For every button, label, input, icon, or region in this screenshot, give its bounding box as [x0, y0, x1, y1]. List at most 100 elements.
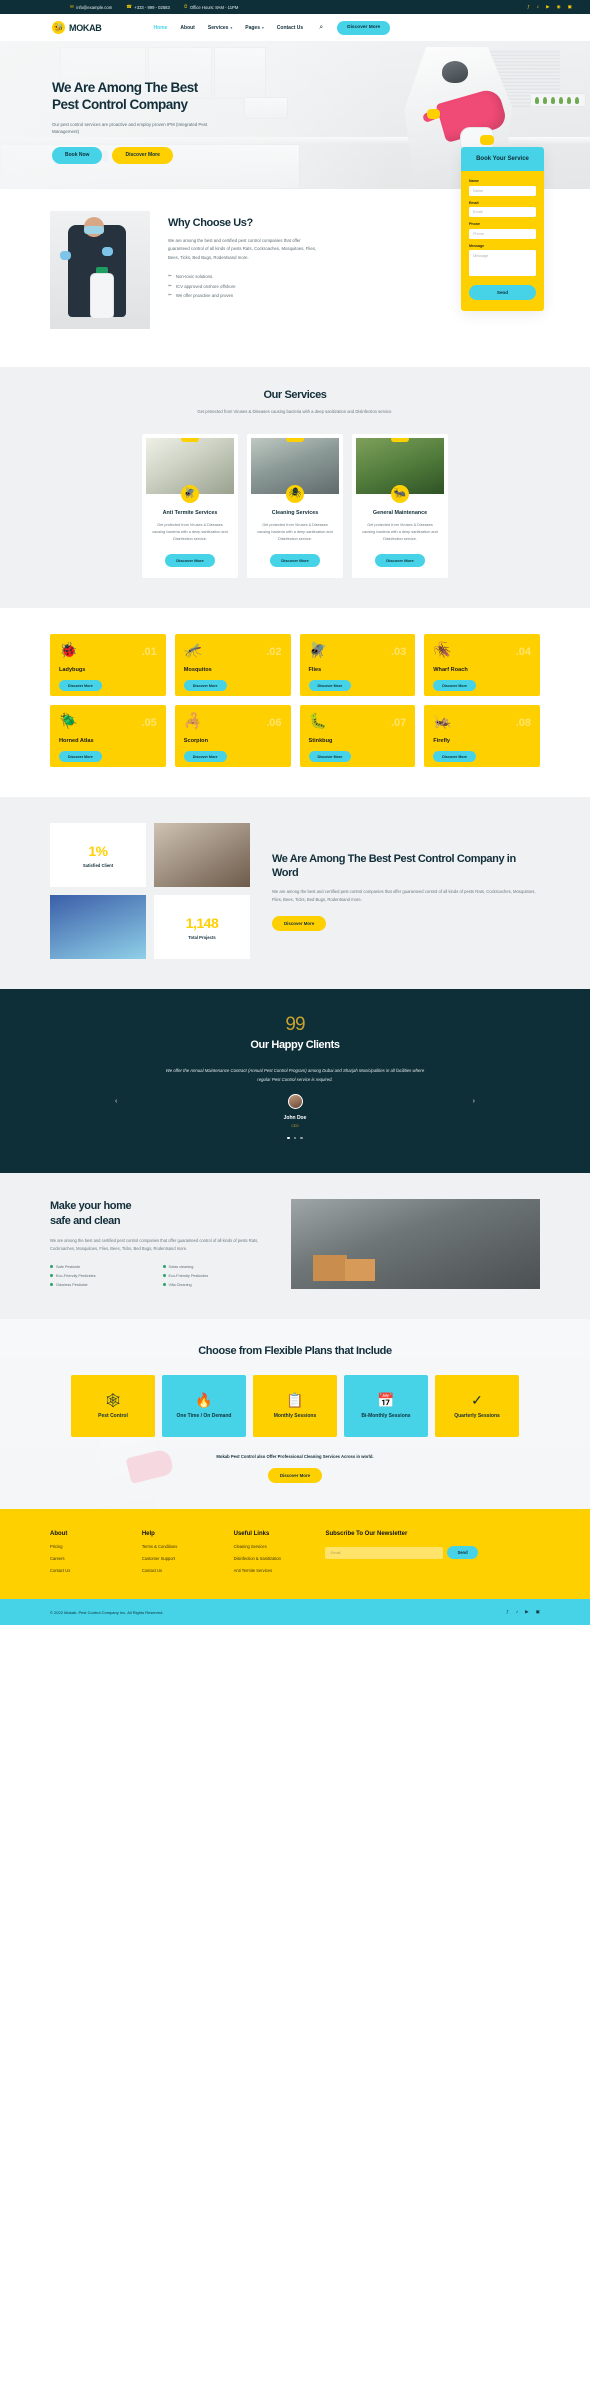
- newsletter-form: Email Send: [325, 1546, 540, 1560]
- check-dot-icon: [50, 1265, 53, 1269]
- pest-discover-more-button[interactable]: Discover More: [308, 680, 352, 692]
- youtube-icon[interactable]: ▶: [546, 4, 550, 10]
- pest-discover-more-button[interactable]: Discover More: [433, 751, 477, 763]
- yellow-tab-icon: [286, 437, 304, 442]
- clock-icon: ⏱: [183, 3, 188, 9]
- footer-link[interactable]: Cleaning Services: [234, 1544, 326, 1549]
- landing-page: ✉ info@example.com ☎ +333 - 999 - 02583 …: [0, 0, 590, 1626]
- why-choose-us-heading: Why Choose Us?: [168, 217, 253, 229]
- carousel-dot[interactable]: [300, 1136, 303, 1140]
- plan-card-one-time[interactable]: 🔥 One Time / On Demand: [162, 1375, 246, 1438]
- pest-discover-more-button[interactable]: Discover More: [433, 680, 477, 692]
- linkedin-icon[interactable]: ▣: [536, 1609, 540, 1615]
- footer-link[interactable]: Customer Support: [142, 1556, 234, 1561]
- footer-link[interactable]: Contact Us: [142, 1568, 234, 1573]
- service-description: Get protected from Viruses & Diseases ca…: [257, 522, 333, 542]
- carousel-dot[interactable]: [293, 1136, 297, 1140]
- footer-link[interactable]: Pricing: [50, 1544, 142, 1549]
- carousel-prev-icon[interactable]: ‹: [115, 1098, 117, 1105]
- instagram-icon[interactable]: ▣: [568, 4, 572, 10]
- plans-discover-more-button[interactable]: Discover More: [267, 1468, 323, 1484]
- twitter-icon[interactable]: ♪: [516, 1609, 518, 1615]
- service-description: Get protected from Viruses & Diseases ca…: [152, 522, 228, 542]
- phone-input[interactable]: Phone: [469, 228, 536, 239]
- phone-contact[interactable]: ☎ +333 - 999 - 02583: [126, 4, 170, 9]
- service-discover-more-button[interactable]: Discover More: [270, 554, 320, 568]
- message-textarea[interactable]: Message: [469, 250, 536, 276]
- pest-name: Ladybugs: [59, 667, 86, 674]
- pest-discover-more-button[interactable]: Discover More: [308, 751, 352, 763]
- feature-label: Eco-Friendly Pesticides: [56, 1273, 96, 1278]
- plans-note: Mokab Pest Control also Offer Profession…: [216, 1454, 374, 1460]
- main-navbar: 🐝 MOKAB Home About Services ▾ Pages ▾ Co…: [0, 14, 590, 41]
- pest-name: Stinkbug: [308, 738, 333, 745]
- pest-number: .07: [390, 717, 407, 730]
- facebook-icon[interactable]: ƒ: [527, 4, 530, 10]
- email-input[interactable]: Email: [469, 207, 536, 217]
- footer-link[interactable]: Careers: [50, 1556, 142, 1561]
- service-discover-more-button[interactable]: Discover More: [375, 554, 425, 568]
- book-now-button[interactable]: Book Now: [52, 146, 103, 164]
- footer-link[interactable]: Terms & Conditions: [142, 1544, 234, 1549]
- nav-item-services[interactable]: Services ▾: [208, 25, 232, 31]
- newsletter-email-input[interactable]: Email: [325, 1546, 444, 1559]
- nav-item-home[interactable]: Home: [154, 25, 168, 31]
- email-contact[interactable]: ✉ info@example.com: [70, 3, 112, 9]
- service-card[interactable]: 🐜 General Maintenance Get protected from…: [352, 433, 448, 579]
- pest-discover-more-button[interactable]: Discover More: [59, 751, 102, 763]
- footer-link[interactable]: Anti Termite Services: [234, 1568, 326, 1573]
- pest-discover-more-button[interactable]: Discover More: [59, 680, 102, 692]
- twitter-icon[interactable]: ♪: [537, 4, 539, 10]
- bullet-item: ➳ Non-toxic solutions.: [168, 273, 318, 280]
- pest-discover-more-button[interactable]: Discover More: [183, 751, 227, 763]
- envelope-icon: ✉: [70, 3, 74, 9]
- spider-web-icon: 🕸: [104, 1391, 122, 1408]
- pest-card-mosquitos[interactable]: 🦟 .02 Mosquitos Discover More: [174, 634, 291, 697]
- pest-card-ladybugs[interactable]: 🐞 .01 Ladybugs Discover More: [50, 634, 166, 697]
- send-button[interactable]: Send: [469, 285, 536, 300]
- pest-card-wharf-roach[interactable]: 🪳 .04 Wharf Roach Discover More: [424, 634, 540, 697]
- pest-card-scorpion[interactable]: 🦂 .06 Scorpion Discover More: [174, 705, 291, 768]
- newsletter-send-button[interactable]: Send: [447, 1546, 478, 1560]
- bullet-label: Non-toxic solutions.: [175, 274, 214, 280]
- pest-name: Flies: [308, 667, 322, 674]
- service-discover-more-button[interactable]: Discover More: [165, 554, 215, 568]
- pest-discover-more-button[interactable]: Discover More: [183, 680, 227, 692]
- youtube-icon[interactable]: ▶: [525, 1609, 529, 1615]
- nav-links: Home About Services ▾ Pages ▾ Contact Us: [154, 25, 304, 31]
- company-stats-discover-more-button[interactable]: Discover More: [272, 915, 327, 931]
- nav-item-pages[interactable]: Pages ▾: [245, 25, 264, 31]
- rss-icon[interactable]: ◉: [557, 4, 561, 10]
- facebook-icon[interactable]: ƒ: [506, 1609, 509, 1615]
- search-icon[interactable]: ⌕: [319, 24, 323, 32]
- hero-content: We Are Among The Best Pest Control Compa…: [52, 79, 282, 164]
- name-input[interactable]: Name: [469, 185, 536, 196]
- pest-number: .01: [141, 646, 157, 659]
- navbar-discover-more-button[interactable]: Discover More: [337, 20, 391, 35]
- services-heading: Our Services: [263, 389, 327, 401]
- carousel-next-icon[interactable]: ›: [473, 1098, 475, 1105]
- hero-discover-more-button[interactable]: Discover More: [112, 146, 173, 164]
- plan-card-monthly[interactable]: 📋 Monthly Sessions: [253, 1375, 337, 1438]
- footer-link[interactable]: Contact Us: [50, 1568, 142, 1573]
- pest-card-stinkbug[interactable]: 🐛 .07 Stinkbug Discover More: [299, 705, 416, 768]
- ant-icon: 🐜: [391, 484, 409, 503]
- nav-item-contact-us[interactable]: Contact Us: [277, 25, 303, 31]
- service-card[interactable]: 🪰 Anti Termite Services Get protected fr…: [142, 433, 238, 579]
- feature-label: Sofas cleaning: [168, 1264, 194, 1269]
- plan-card-pest-control[interactable]: 🕸 Pest Control: [71, 1375, 155, 1438]
- feature-label: Safe Pesticide: [56, 1264, 81, 1269]
- nav-item-about[interactable]: About: [180, 25, 194, 31]
- footer-link[interactable]: Disinfection & Sanitization: [234, 1556, 326, 1561]
- pest-card-firefly[interactable]: 🦗 .08 Firefly Discover More: [424, 705, 540, 768]
- carousel-dot[interactable]: [287, 1136, 290, 1140]
- pest-card-flies[interactable]: 🪰 .03 Flies Discover More: [299, 634, 416, 697]
- pest-card-horned-atlas[interactable]: 🪲 .05 Horned Atlas Discover More: [50, 705, 166, 768]
- plan-card-bi-monthly[interactable]: 📅 Bi-Monthly Sessions: [344, 1375, 428, 1438]
- brand-logo[interactable]: 🐝 MOKAB: [52, 21, 102, 34]
- service-card[interactable]: 🕷 Cleaning Services Get protected from V…: [247, 433, 343, 579]
- plan-card-quarterly[interactable]: ✓ Quarterly Sessions: [435, 1375, 519, 1438]
- pest-number: .05: [141, 717, 157, 730]
- quote-mark-icon: 99: [285, 1014, 305, 1036]
- services-grid: 🪰 Anti Termite Services Get protected fr…: [0, 433, 590, 579]
